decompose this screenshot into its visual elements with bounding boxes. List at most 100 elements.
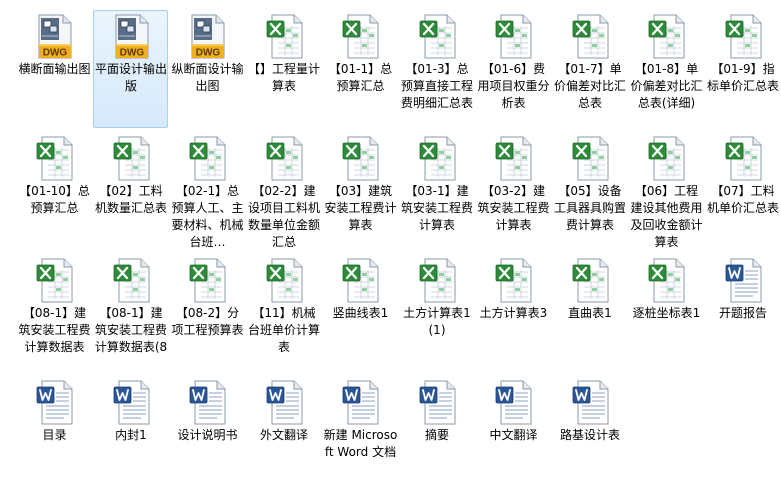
- file-item[interactable]: 直曲表1: [552, 254, 627, 372]
- file-name-label: 新建 Microsoft Word 文档: [323, 428, 398, 459]
- file-name-label: 土方计算表1 (1): [403, 306, 471, 337]
- file-name-label: 【01-1】总预算汇总: [328, 62, 393, 93]
- file-name-label: 设计说明书: [177, 428, 238, 442]
- file-name-label: 内封1: [115, 428, 147, 442]
- word-file-icon: [419, 380, 457, 426]
- dwg-badge-label: DWG: [119, 48, 144, 59]
- file-name-label: 直曲表1: [568, 306, 612, 320]
- file-name-label: 横断面输出图: [18, 62, 91, 76]
- file-item[interactable]: 【06】工程建设其他费用及回收金额计算表: [628, 132, 703, 250]
- excel-file-icon: [266, 258, 304, 304]
- file-name-label: 【02-1】总预算人工、主要材料、机械台班…: [171, 184, 244, 249]
- excel-file-icon: [725, 136, 763, 182]
- excel-file-icon: [36, 258, 74, 304]
- excel-file-icon: [725, 14, 763, 60]
- file-item[interactable]: 【03】建筑安装工程费计算表: [322, 132, 397, 250]
- excel-file-icon: [419, 14, 457, 60]
- dwg-badge-label: DWG: [196, 48, 221, 59]
- excel-file-icon: [342, 258, 380, 304]
- file-item[interactable]: 【02-1】总预算人工、主要材料、机械台班…: [169, 132, 244, 250]
- file-name-label: 竖曲线表1: [332, 306, 389, 320]
- word-file-icon: [495, 380, 533, 426]
- file-item[interactable]: 摘要: [399, 376, 474, 494]
- excel-file-icon: [189, 136, 227, 182]
- word-file-icon: [113, 380, 151, 426]
- excel-file-icon: [572, 258, 610, 304]
- dwg-file-icon: DWG: [189, 14, 227, 60]
- file-item[interactable]: 土方计算表1 (1): [399, 254, 474, 372]
- file-name-label: 平面设计输出版: [94, 62, 167, 93]
- file-item[interactable]: 【03-2】建筑安装工程费计算表: [475, 132, 550, 250]
- file-item[interactable]: DWG 纵断面设计输出图: [169, 10, 244, 128]
- file-item[interactable]: 目录: [16, 376, 91, 494]
- file-item[interactable]: 土方计算表3: [475, 254, 550, 372]
- file-item[interactable]: 【01-3】总预算直接工程费明细汇总表: [399, 10, 474, 128]
- file-item[interactable]: 【01-9】指标单价汇总表: [705, 10, 780, 128]
- file-name-label: 【08-1】建筑安装工程费计算数据表(8: [94, 306, 168, 354]
- file-name-label: 【01-9】指标单价汇总表: [706, 62, 779, 93]
- excel-file-icon: [648, 136, 686, 182]
- file-item[interactable]: 【01-1】总预算汇总: [322, 10, 397, 128]
- file-name-label: 路基设计表: [559, 428, 620, 442]
- file-item[interactable]: 【11】机械台班单价计算表: [246, 254, 321, 372]
- file-name-label: 【08-1】建筑安装工程费计算数据表: [18, 306, 91, 354]
- file-name-label: 外文翻译: [259, 428, 308, 442]
- file-item[interactable]: 竖曲线表1: [322, 254, 397, 372]
- file-name-label: 【06】工程建设其他费用及回收金额计算表: [630, 184, 703, 249]
- file-item[interactable]: 【08-2】分项工程预算表: [169, 254, 244, 372]
- file-name-label: 开题报告: [718, 306, 767, 320]
- excel-file-icon: [266, 14, 304, 60]
- excel-file-icon: [572, 136, 610, 182]
- file-item[interactable]: 新建 Microsoft Word 文档: [322, 376, 397, 494]
- word-file-icon: [572, 380, 610, 426]
- excel-file-icon: [342, 136, 380, 182]
- file-item[interactable]: 【02-2】建设项目工料机数量单位金额汇总: [246, 132, 321, 250]
- file-item[interactable]: 【01-6】费用项目权重分析表: [475, 10, 550, 128]
- excel-file-icon: [113, 258, 151, 304]
- file-item[interactable]: 路基设计表: [552, 376, 627, 494]
- file-name-label: 【03-1】建筑安装工程费计算表: [400, 184, 473, 232]
- file-name-label: 【02】工料机数量汇总表: [94, 184, 167, 215]
- file-item[interactable]: 【01-7】单价偏差对比汇总表: [552, 10, 627, 128]
- file-item[interactable]: 【01-8】单价偏差对比汇总表(详细): [628, 10, 703, 128]
- file-item[interactable]: 【07】工料机单价汇总表: [705, 132, 780, 250]
- file-name-label: 【01-8】单价偏差对比汇总表(详细): [630, 62, 703, 110]
- file-name-label: 【03-2】建筑安装工程费计算表: [477, 184, 550, 232]
- file-item[interactable]: 【08-1】建筑安装工程费计算数据表: [16, 254, 91, 372]
- file-name-label: 【01-6】费用项目权重分析表: [477, 62, 550, 110]
- file-name-label: 目录: [42, 428, 67, 442]
- file-item[interactable]: 内封1: [93, 376, 168, 494]
- file-name-label: 【11】机械台班单价计算表: [247, 306, 320, 354]
- file-name-label: 摘要: [424, 428, 449, 442]
- excel-file-icon: [495, 136, 533, 182]
- file-item[interactable]: 【01-10】总预算汇总: [16, 132, 91, 250]
- excel-file-icon: [419, 258, 457, 304]
- file-name-label: 【08-2】分项工程预算表: [171, 306, 244, 337]
- dwg-badge-label: DWG: [43, 48, 68, 59]
- file-item[interactable]: 逐桩坐标表1: [628, 254, 703, 372]
- file-item[interactable]: 【03-1】建筑安装工程费计算表: [399, 132, 474, 250]
- word-file-icon: [266, 380, 304, 426]
- file-item[interactable]: 中文翻译: [475, 376, 550, 494]
- file-item[interactable]: 【02】工料机数量汇总表: [93, 132, 168, 250]
- file-name-label: 【01-7】单价偏差对比汇总表: [553, 62, 626, 110]
- file-name-label: 【05】设备工具器具购置费计算表: [553, 184, 626, 232]
- excel-file-icon: [266, 136, 304, 182]
- file-name-label: 中文翻译: [489, 428, 538, 442]
- file-item[interactable]: 【05】设备工具器具购置费计算表: [552, 132, 627, 250]
- excel-file-icon: [495, 14, 533, 60]
- excel-file-icon: [495, 258, 533, 304]
- word-file-icon: [342, 380, 380, 426]
- file-item[interactable]: 设计说明书: [169, 376, 244, 494]
- file-icon-grid: DWG 横断面输出图 DWG 平面设计输出版 DWG 纵断面设计输出图 【】工程…: [16, 10, 781, 486]
- file-item[interactable]: 【】工程量计算表: [246, 10, 321, 128]
- file-name-label: 纵断面设计输出图: [171, 62, 244, 93]
- word-file-icon: [36, 380, 74, 426]
- file-item[interactable]: 开题报告: [705, 254, 780, 372]
- file-item[interactable]: DWG 平面设计输出版: [92, 10, 168, 128]
- file-name-label: 土方计算表3: [479, 306, 548, 320]
- file-item[interactable]: DWG 横断面输出图: [16, 10, 91, 128]
- file-name-label: 【03】建筑安装工程费计算表: [324, 184, 397, 232]
- file-item[interactable]: 外文翻译: [246, 376, 321, 494]
- file-item[interactable]: 【08-1】建筑安装工程费计算数据表(8: [93, 254, 168, 372]
